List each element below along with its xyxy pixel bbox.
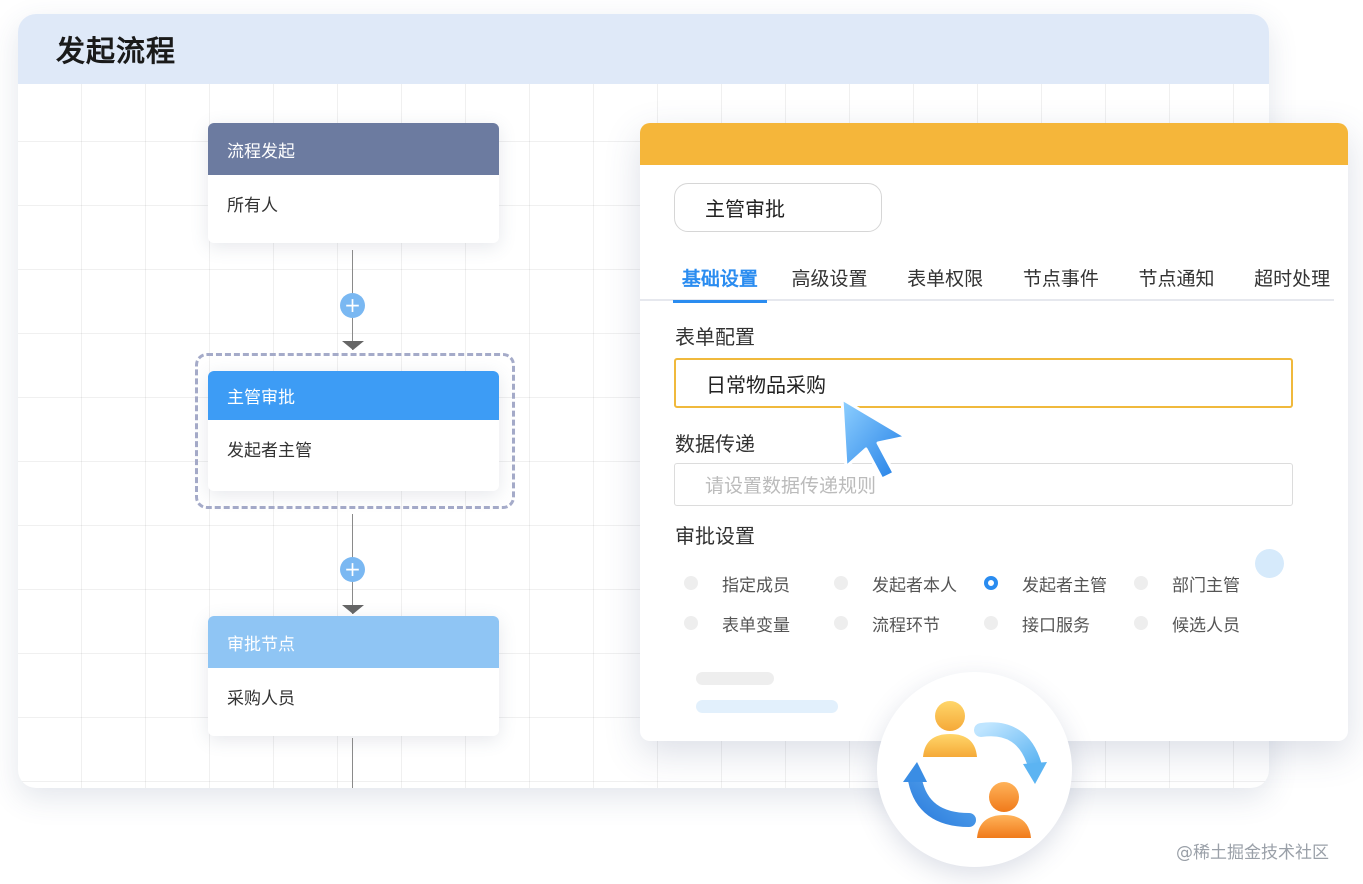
canvas-header: 发起流程 xyxy=(18,14,1269,84)
flow-node-manager-approval[interactable]: 主管审批 发起者主管 xyxy=(208,371,499,491)
radio-option[interactable]: 流程环节 xyxy=(834,611,984,636)
radio-button[interactable] xyxy=(1134,576,1148,590)
radio-button-checked[interactable] xyxy=(984,576,998,590)
form-config-select[interactable]: 日常物品采购 xyxy=(674,358,1293,408)
radio-button[interactable] xyxy=(834,616,848,630)
form-config-label: 表单配置 xyxy=(675,325,755,349)
decorative-dot xyxy=(1255,549,1284,578)
radio-option-selected[interactable]: 发起者主管 xyxy=(984,571,1134,596)
data-transfer-label: 数据传递 xyxy=(675,432,755,456)
node-title: 流程发起 xyxy=(208,123,499,175)
tab-basic-settings[interactable]: 基础设置 xyxy=(673,253,767,303)
tab-node-events[interactable]: 节点事件 xyxy=(1019,253,1103,301)
user-cycle-icon xyxy=(903,701,1047,838)
tab-timeout-handling[interactable]: 超时处理 xyxy=(1250,253,1334,301)
radio-option[interactable]: 候选人员 xyxy=(1134,611,1284,636)
radio-button[interactable] xyxy=(684,576,698,590)
user-cycle-badge xyxy=(877,672,1072,867)
radio-label: 候选人员 xyxy=(1172,615,1240,636)
radio-label: 部门主管 xyxy=(1172,575,1240,596)
node-title: 主管审批 xyxy=(208,371,499,420)
radio-option[interactable]: 接口服务 xyxy=(984,611,1134,636)
tab-node-notifications[interactable]: 节点通知 xyxy=(1135,253,1219,301)
radio-option[interactable]: 表单变量 xyxy=(684,611,834,636)
placeholder-line xyxy=(696,672,774,685)
add-node-button[interactable]: + xyxy=(340,293,365,318)
node-name-field[interactable]: 主管审批 xyxy=(674,183,882,232)
node-content: 采购人员 xyxy=(227,689,295,709)
add-node-button[interactable]: + xyxy=(340,557,365,582)
node-content: 所有人 xyxy=(227,196,278,216)
node-title: 审批节点 xyxy=(208,616,499,668)
radio-label: 发起者主管 xyxy=(1022,575,1107,596)
data-transfer-input[interactable]: 请设置数据传递规则 xyxy=(674,463,1293,506)
radio-button[interactable] xyxy=(1134,616,1148,630)
radio-button[interactable] xyxy=(684,616,698,630)
tab-advanced-settings[interactable]: 高级设置 xyxy=(788,253,872,301)
placeholder-line xyxy=(696,700,838,713)
settings-tabs: 基础设置 高级设置 表单权限 节点事件 节点通知 超时处理 xyxy=(640,253,1334,303)
radio-label: 指定成员 xyxy=(722,575,790,596)
arrow-down-icon xyxy=(342,341,364,350)
arrow-down-icon xyxy=(342,605,364,614)
flow-node-start[interactable]: 流程发起 所有人 xyxy=(208,123,499,243)
radio-option[interactable]: 发起者本人 xyxy=(834,571,984,596)
radio-label: 表单变量 xyxy=(722,615,790,636)
tab-form-permissions[interactable]: 表单权限 xyxy=(903,253,987,301)
radio-label: 接口服务 xyxy=(1022,615,1090,636)
radio-label: 发起者本人 xyxy=(872,575,957,596)
radio-button[interactable] xyxy=(834,576,848,590)
node-settings-panel: 主管审批 基础设置 高级设置 表单权限 节点事件 节点通知 超时处理 表单配置 … xyxy=(640,123,1348,741)
radio-button[interactable] xyxy=(984,616,998,630)
approver-radio-group: 指定成员 发起者本人 发起者主管 部门主管 表单变量 流程环节 接口服务 候选人… xyxy=(684,563,1284,643)
page-title: 发起流程 xyxy=(56,34,177,68)
node-content: 发起者主管 xyxy=(227,441,312,461)
mouse-pointer-icon xyxy=(840,397,908,481)
approval-settings-label: 审批设置 xyxy=(675,524,755,548)
radio-label: 流程环节 xyxy=(872,615,940,636)
flow-node-approval[interactable]: 审批节点 采购人员 xyxy=(208,616,499,736)
radio-option[interactable]: 指定成员 xyxy=(684,571,834,596)
panel-topbar xyxy=(640,123,1348,165)
watermark: @稀土掘金技术社区 xyxy=(1176,843,1329,863)
connector-line xyxy=(352,738,353,788)
